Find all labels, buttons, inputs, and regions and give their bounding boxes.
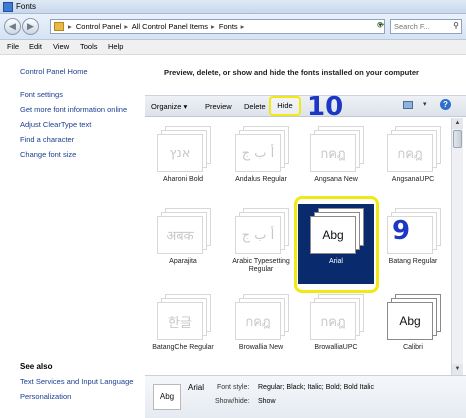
selected-font-name: Arial (188, 383, 205, 392)
font-name: BrowalliaUPC (314, 344, 358, 351)
font-name: Arabic Typesetting Regular (232, 258, 290, 273)
font-sample: กคฎ (310, 134, 356, 172)
font-sample: אנץ (157, 134, 203, 172)
link-control-panel-home[interactable]: Control Panel Home (20, 67, 88, 76)
preview-button[interactable]: Preview (205, 102, 232, 111)
font-sample: أ ب ج (235, 134, 281, 172)
font-style-label: Font style: (217, 384, 250, 391)
font-tile-andalus[interactable]: أ ب ج Andalus Regular (223, 122, 299, 202)
link-personalization[interactable]: Personalization (20, 392, 71, 401)
crumb-fonts[interactable]: Fonts (219, 22, 238, 31)
link-cleartype[interactable]: Adjust ClearType text (20, 120, 91, 129)
command-bar: Organize ▾ Preview Delete (145, 95, 466, 117)
menu-view[interactable]: View (53, 42, 69, 51)
fonts-folder-icon (3, 2, 13, 12)
task-pane: Control Panel Home Font settings Get mor… (0, 55, 145, 418)
font-style-value: Regular; Black; Italic; Bold; Bold Itali… (258, 384, 374, 391)
address-row: ◀ ▶ ▸ Control Panel ▸ All Control Panel I… (0, 14, 466, 40)
font-tile-angsanaupc[interactable]: กคฎ AngsanaUPC (375, 122, 451, 202)
menu-help[interactable]: Help (108, 42, 123, 51)
link-text-services[interactable]: Text Services and Input Language (20, 377, 133, 386)
window-title: Fonts (16, 2, 37, 11)
forward-button[interactable]: ▶ (22, 18, 39, 35)
font-tile-angsana-new[interactable]: กคฎ Angsana New (298, 122, 374, 202)
font-sample: กคฎ (310, 302, 356, 340)
selection-highlight-ring (294, 196, 379, 293)
folder-icon (54, 22, 64, 31)
crumb-all-items[interactable]: All Control Panel Items (132, 22, 208, 31)
show-hide-value: Show (258, 398, 276, 405)
font-tile-batangche[interactable]: 한글 BatangChe Regular (145, 290, 221, 370)
link-change-font-size[interactable]: Change font size (20, 150, 76, 159)
title-bar: Fonts (0, 0, 466, 14)
font-tile-browalliaupc[interactable]: กคฎ BrowalliaUPC (298, 290, 374, 370)
menu-edit[interactable]: Edit (29, 42, 42, 51)
scroll-down-icon[interactable]: ▼ (452, 364, 463, 375)
crumb-control-panel[interactable]: Control Panel (76, 22, 121, 31)
link-font-info-online[interactable]: Get more font information online (20, 105, 127, 114)
refresh-icon[interactable]: ⟳ (377, 20, 387, 30)
search-input[interactable] (391, 20, 449, 33)
organize-button[interactable]: Organize ▾ (151, 102, 187, 111)
delete-button[interactable]: Delete (244, 102, 266, 111)
font-name: Browallia New (238, 344, 284, 351)
scroll-up-icon[interactable]: ▲ (452, 118, 463, 129)
font-sample: 한글 (157, 302, 203, 340)
font-name: Calibri (403, 344, 423, 351)
menu-file[interactable]: File (7, 42, 19, 51)
see-also-heading: See also (20, 362, 53, 371)
font-name: Batang Regular (388, 258, 438, 265)
font-name: AngsanaUPC (391, 176, 435, 183)
font-tile-batang[interactable]: Batang Regular (375, 204, 451, 284)
show-hide-label: Show/hide: (215, 398, 250, 405)
details-pane: Abg Arial Font style: Regular; Black; It… (145, 375, 466, 418)
font-thumbnail: Abg (153, 384, 181, 410)
scroll-thumb[interactable] (453, 130, 462, 148)
view-dropdown-icon[interactable]: ▾ (423, 100, 427, 108)
search-box[interactable]: ⚲ (390, 19, 462, 34)
link-find-character[interactable]: Find a character (20, 135, 74, 144)
step-annotation-select: 9 (392, 216, 411, 246)
link-font-settings[interactable]: Font settings (20, 90, 63, 99)
back-button[interactable]: ◀ (4, 18, 21, 35)
font-sample: กคฎ (235, 302, 281, 340)
font-name: Aharoni Bold (162, 176, 204, 183)
font-sample: Abg (387, 302, 433, 340)
vertical-scrollbar[interactable]: ▲ ▼ (451, 118, 463, 375)
menu-bar: File Edit View Tools Help (0, 40, 466, 55)
search-icon[interactable]: ⚲ (453, 21, 459, 30)
font-name: BatangChe Regular (152, 344, 214, 351)
menu-tools[interactable]: Tools (80, 42, 98, 51)
breadcrumb: ▸ Control Panel ▸ All Control Panel Items… (68, 22, 245, 31)
page-title: Preview, delete, or show and hide the fo… (164, 68, 419, 77)
font-tile-browallia-new[interactable]: กคฎ Browallia New (223, 290, 299, 370)
font-name: Angsana New (314, 176, 358, 183)
font-tile-aharoni[interactable]: אנץ Aharoni Bold (145, 122, 221, 202)
help-icon[interactable]: ? (440, 99, 451, 110)
font-tile-calibri[interactable]: Abg Calibri (375, 290, 451, 370)
address-bar[interactable]: ▸ Control Panel ▸ All Control Panel Items… (50, 19, 385, 34)
organize-label: Organize (151, 102, 182, 111)
font-sample: अबक (157, 216, 203, 254)
font-name: Andalus Regular (235, 176, 287, 183)
chevron-down-icon: ▾ (183, 102, 188, 111)
font-tile-aparajita[interactable]: अबक Aparajita (145, 204, 221, 284)
font-name: Aparajita (169, 258, 197, 265)
hide-button[interactable]: Hide (269, 96, 301, 116)
font-sample: กคฎ (387, 134, 433, 172)
font-tile-arabic-typesetting[interactable]: أ ب ج Arabic Typesetting Regular (223, 204, 299, 284)
font-sample: أ ب ج (235, 216, 281, 254)
change-view-icon[interactable] (403, 101, 413, 109)
